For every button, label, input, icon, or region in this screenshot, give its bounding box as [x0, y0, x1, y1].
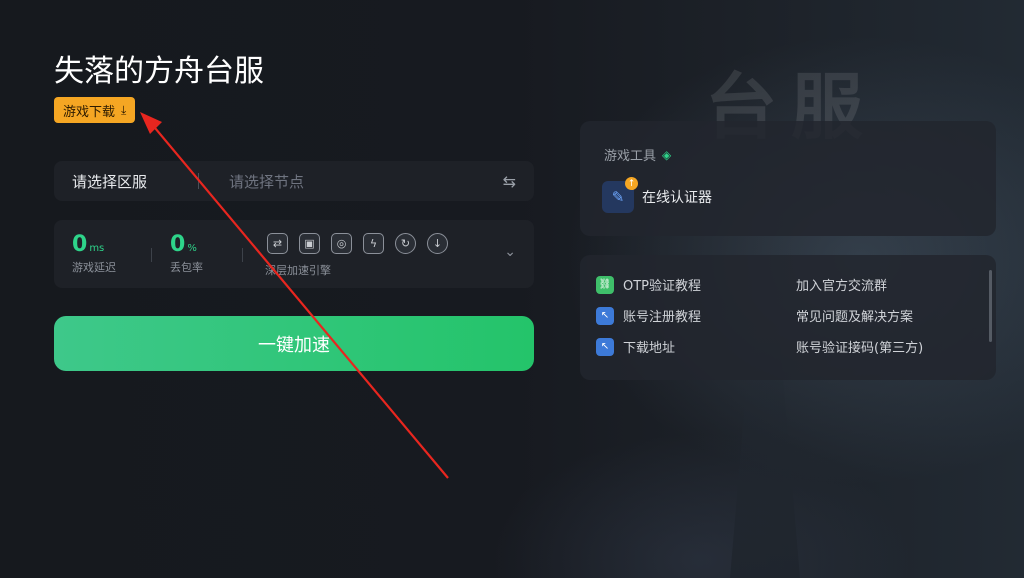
- region-select[interactable]: 请选择区服: [72, 171, 198, 192]
- link-label: 账号注册教程: [623, 310, 702, 325]
- scrollbar-thumb[interactable]: [989, 270, 992, 342]
- node-select[interactable]: 请选择节点: [229, 171, 503, 192]
- packet-loss-stat: 0% 丢包率: [170, 232, 203, 275]
- bolt-icon: ϟ: [363, 233, 384, 254]
- online-authenticator-label: 在线认证器: [642, 190, 712, 206]
- link-join-group[interactable]: 加入官方交流群: [796, 275, 887, 294]
- stats-panel: 0 ms 游戏延迟 0% 丢包率 ⇄ ▣ ◎ ϟ ↻ ↓ 深层加速引擎 ⌄: [54, 220, 534, 288]
- swap-arrows-icon[interactable]: ⇆: [503, 172, 516, 191]
- divider: [151, 248, 152, 262]
- page-title: 失落的方舟台服: [54, 54, 264, 89]
- link-label: 账号验证接码(第三方): [796, 341, 924, 356]
- online-authenticator-item[interactable]: ✎ ↑ 在线认证器: [602, 177, 712, 213]
- link-label: 下载地址: [623, 341, 676, 356]
- divider: [242, 248, 243, 262]
- latency-label: 游戏延迟: [72, 261, 116, 274]
- one-click-accelerate-button[interactable]: 一键加速: [54, 316, 534, 371]
- link-sms-verification[interactable]: 账号验证接码(第三方): [796, 337, 923, 356]
- latency-unit: ms: [89, 243, 105, 254]
- engine-label: 深层加速引擎: [265, 264, 331, 277]
- link-label: 加入官方交流群: [796, 279, 888, 294]
- link-download-address[interactable]: ↖ 下载地址: [596, 337, 675, 356]
- game-download-label: 游戏下载: [63, 104, 116, 120]
- download-icon: ⤓: [121, 102, 127, 117]
- download-circle-icon: ↓: [427, 233, 448, 254]
- upgrade-badge-icon: ↑: [625, 177, 638, 190]
- game-tools-card: 游戏工具 ◈ ✎ ↑ 在线认证器: [580, 121, 996, 236]
- authenticator-icon: ✎ ↑: [602, 177, 638, 213]
- packet-loss-label: 丢包率: [170, 261, 203, 274]
- game-download-button[interactable]: 游戏下载 ⤓: [54, 97, 136, 123]
- link-otp-tutorial[interactable]: ⛓ OTP验证教程: [596, 275, 701, 294]
- link-faq[interactable]: 常见问题及解决方案: [796, 306, 913, 325]
- cursor-click-icon: ↖: [596, 337, 614, 356]
- game-tools-title: 游戏工具 ◈: [604, 145, 672, 165]
- divider: [198, 173, 199, 189]
- game-tools-label: 游戏工具: [604, 149, 657, 164]
- cursor-click-icon: ↖: [596, 306, 614, 325]
- help-links-card: ⛓ OTP验证教程 ↖ 账号注册教程 ↖ 下载地址 加入官方交流群 常见问题及解…: [580, 255, 996, 380]
- link-register-tutorial[interactable]: ↖ 账号注册教程: [596, 306, 701, 325]
- refresh-icon: ↻: [395, 233, 416, 254]
- image-icon: ▣: [299, 233, 320, 254]
- latency-stat: 0 ms 游戏延迟: [72, 232, 116, 275]
- engine-icons: ⇄ ▣ ◎ ϟ ↻ ↓: [267, 233, 448, 254]
- link-icon: ⇄: [267, 233, 288, 254]
- link-label: 常见问题及解决方案: [796, 310, 914, 325]
- link-chain-icon: ⛓: [596, 275, 614, 294]
- link-label: OTP验证教程: [623, 279, 702, 294]
- cube-icon: ◈: [662, 147, 672, 162]
- packet-loss-value: 0: [170, 232, 186, 257]
- region-node-selector: 请选择区服 请选择节点 ⇆: [54, 161, 534, 201]
- latency-value: 0: [72, 232, 88, 257]
- chevron-down-icon[interactable]: ⌄: [504, 244, 516, 260]
- packet-loss-unit: %: [187, 243, 197, 254]
- globe-icon: ◎: [331, 233, 352, 254]
